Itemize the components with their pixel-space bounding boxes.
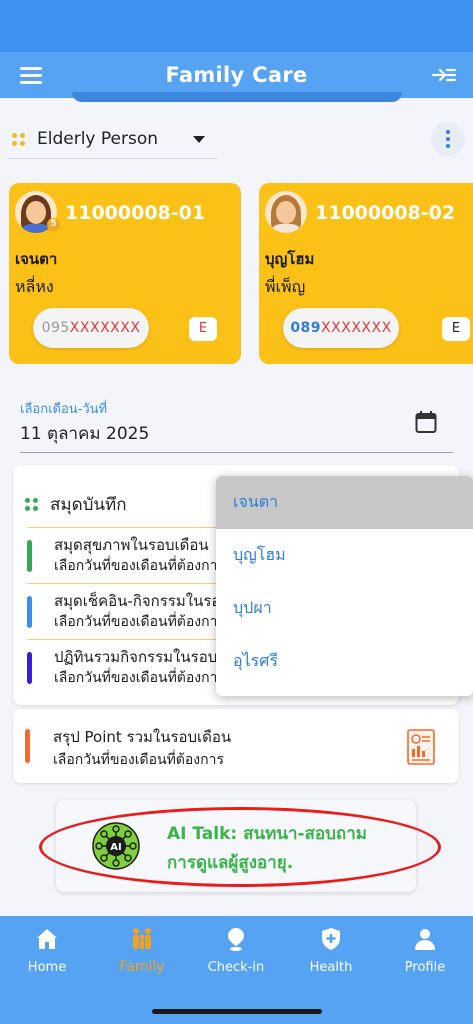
avatar-badge: 5 xyxy=(47,218,60,231)
person-id: 11000008-01 xyxy=(65,202,206,224)
dropdown-option[interactable]: บุญโฮม xyxy=(216,529,473,582)
person-dropdown: เจนตา บุญโฮม บุปผา อุไรศรี xyxy=(216,476,473,696)
nav-label: Check-in xyxy=(207,960,265,975)
calendar-icon[interactable] xyxy=(415,410,437,434)
person-nickname: หลี่หง xyxy=(15,277,54,296)
notebook-title: สมุดบันทึก xyxy=(50,495,127,515)
elderly-select-label: Elderly Person xyxy=(37,129,159,149)
nav-checkin[interactable]: Check-in xyxy=(196,926,276,975)
dropdown-option[interactable]: บุปผา xyxy=(216,582,473,635)
person-name: บุญโฮม xyxy=(265,250,315,268)
color-bar xyxy=(25,729,30,763)
avatar xyxy=(265,191,307,233)
phone-button[interactable]: 095 XXXXXXX xyxy=(33,308,149,348)
phone-prefix: 095 xyxy=(41,320,70,336)
nav-label: Health xyxy=(309,960,353,975)
item-title: สมุดสุขภาพในรอบเดือน xyxy=(54,536,209,554)
dropdown-option[interactable]: เจนตา xyxy=(216,476,473,529)
grid-dots-icon xyxy=(12,132,25,146)
point-subtitle: เลือกวันที่ของเดือนที่ต้องการ xyxy=(53,752,225,768)
color-bar xyxy=(27,652,32,684)
caret-down-icon xyxy=(193,136,205,143)
person-id: 11000008-02 xyxy=(315,202,456,224)
app-title: Family Care xyxy=(165,63,308,87)
status-bar xyxy=(0,0,473,52)
dropdown-option[interactable]: อุไรศรี xyxy=(216,635,473,688)
report-icon xyxy=(407,729,435,765)
logout-icon[interactable] xyxy=(431,64,457,86)
ai-talk-text: AI Talk: สนทนา-สอบถาม การดูแลผู้สูงอายุ. xyxy=(167,820,367,878)
ai-talk-button[interactable]: AI AI Talk: สนทนา-สอบถาม การดูแลผู้สูงอา… xyxy=(56,800,416,892)
profile-icon xyxy=(415,929,435,950)
color-bar xyxy=(27,596,32,628)
nav-label: Profile xyxy=(404,960,446,975)
nav-label: Family xyxy=(119,959,165,975)
phone-prefix: 089 xyxy=(290,320,322,336)
point-title: สรุป Point รวมในรอบเดือน xyxy=(53,728,232,746)
date-picker-label: เลือกเดือน-วันที่ xyxy=(20,402,108,417)
color-bar xyxy=(27,540,32,572)
nav-profile[interactable]: Profile xyxy=(385,926,465,975)
nav-home[interactable]: Home xyxy=(7,926,87,975)
bottom-navigation: Home Family Check-in Health Profile xyxy=(0,916,473,1024)
nav-family[interactable]: Family xyxy=(102,926,182,975)
home-indicator xyxy=(152,1009,322,1014)
person-card-2[interactable]: 11000008-02 บุญโฮม พี่เพ็ญ 089 XXXXXXX E xyxy=(259,183,473,364)
header-decoration xyxy=(72,92,402,102)
point-summary-card[interactable]: สรุป Point รวมในรอบเดือน เลือกวันที่ของเ… xyxy=(13,709,459,783)
date-underline xyxy=(20,452,453,453)
health-shield-icon xyxy=(322,928,340,950)
date-picker-input[interactable]: 11 ตุลาคม 2025 xyxy=(20,420,149,447)
pin-icon xyxy=(228,928,244,951)
person-name: เจนตา xyxy=(15,250,58,268)
nav-health[interactable]: Health xyxy=(291,926,371,975)
phone-button[interactable]: 089 XXXXXXX xyxy=(283,308,399,348)
ai-talk-line2: การดูแลผู้สูงอายุ. xyxy=(167,853,294,873)
more-vertical-icon[interactable] xyxy=(431,122,465,156)
person-nickname: พี่เพ็ญ xyxy=(265,277,306,296)
person-card-1[interactable]: 5 11000008-01 เจนตา หลี่หง 095 XXXXXXX E xyxy=(9,183,241,364)
hamburger-menu-icon[interactable] xyxy=(20,67,42,84)
grid-dots-icon xyxy=(25,498,38,511)
ai-talk-line1: AI Talk: สนทนา-สอบถาม xyxy=(167,824,367,844)
elderly-person-select[interactable]: Elderly Person xyxy=(8,120,217,159)
phone-mask: XXXXXXX xyxy=(69,320,141,336)
item-subtitle: เลือกวันที่ของเดือนที่ต้องการ xyxy=(54,670,226,686)
home-icon xyxy=(37,929,57,949)
notebook-header: สมุดบันทึก xyxy=(25,491,127,518)
emergency-button[interactable]: E xyxy=(189,317,217,341)
phone-mask: XXXXXXX xyxy=(321,320,392,336)
ai-icon-text: AI xyxy=(110,842,121,853)
family-icon xyxy=(133,928,151,949)
item-subtitle: เลือกวันที่ของเดือนที่ต้องการ xyxy=(54,558,226,574)
ai-network-icon: AI xyxy=(92,822,140,870)
emergency-button[interactable]: E xyxy=(442,317,470,341)
nav-label: Home xyxy=(27,960,67,975)
item-subtitle: เลือกวันที่ของเดือนที่ต้องการ xyxy=(54,614,226,630)
